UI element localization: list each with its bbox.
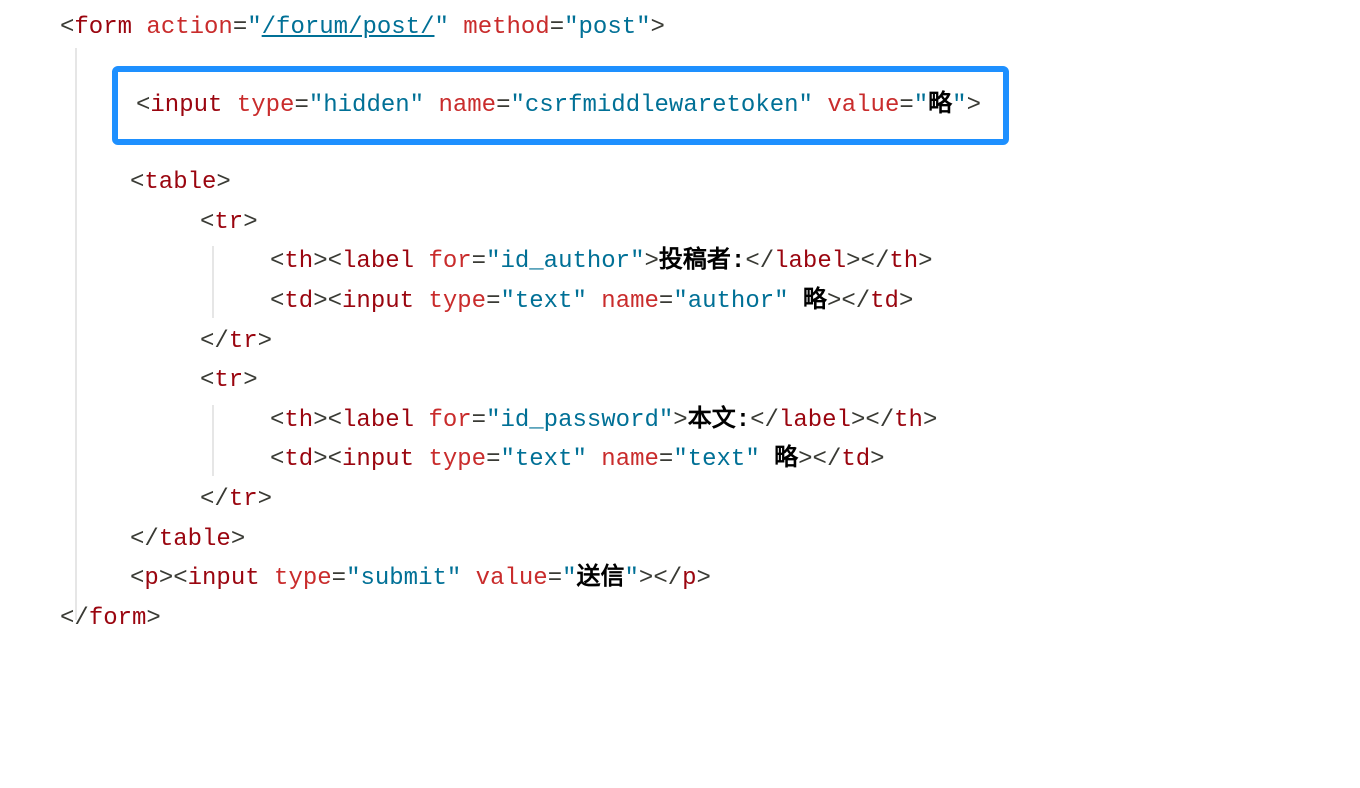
- code-snippet: <form action="/forum/post/" method="post…: [0, 0, 1360, 658]
- code-line-table-open: <table>: [60, 163, 1320, 203]
- code-line-tr1-open: <tr>: [60, 203, 1320, 243]
- code-line-tr1-close: </tr>: [60, 322, 1320, 362]
- highlight-box: <input type="hidden" name="csrfmiddlewar…: [112, 66, 1009, 146]
- code-line-table-close: </table>: [60, 520, 1320, 560]
- code-line-tr2-td: <td><input type="text" name="text" 略></t…: [60, 440, 1320, 480]
- code-line-tr1-th: <th><label for="id_author">投稿者:</label><…: [60, 242, 1320, 282]
- code-line-tr2-open: <tr>: [60, 361, 1320, 401]
- code-line-tr1-td: <td><input type="text" name="author" 略><…: [60, 282, 1320, 322]
- code-line-hidden-input: <input type="hidden" name="csrfmiddlewar…: [136, 86, 981, 126]
- code-line-submit: <p><input type="submit" value="送信"></p>: [60, 559, 1320, 599]
- code-line-tr2-th: <th><label for="id_password">本文:</label>…: [60, 401, 1320, 441]
- code-line-tr2-close: </tr>: [60, 480, 1320, 520]
- code-line-form-open: <form action="/forum/post/" method="post…: [60, 8, 1320, 48]
- code-line-form-close: </form>: [60, 599, 1320, 639]
